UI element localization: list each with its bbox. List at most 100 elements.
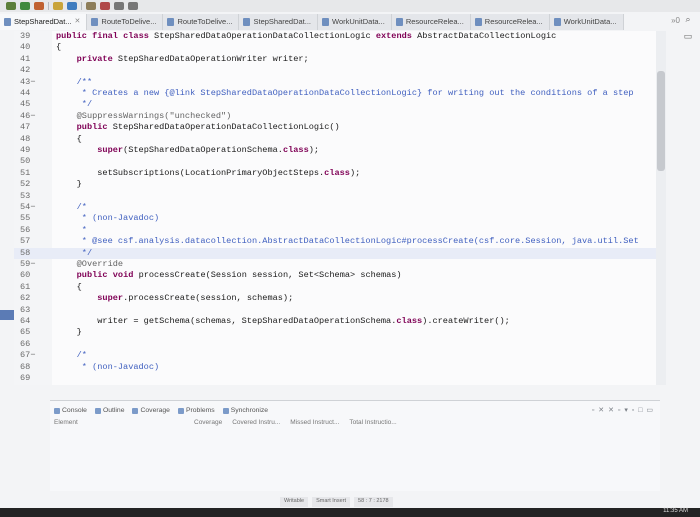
code-line[interactable]: 44 * Creates a new {@link StepSharedData… [14,88,666,99]
code-line[interactable]: 54− /* [14,202,666,213]
tab-problems[interactable]: Problems [177,407,215,414]
code-line[interactable]: 65 } [14,327,666,338]
editor-tab[interactable]: RouteToDelive... [87,14,164,30]
new-class-icon[interactable] [67,2,77,10]
code-line[interactable]: 50 [14,156,666,167]
tabs-overflow-button[interactable]: »0 [671,16,680,25]
line-number: 55 [20,213,31,224]
new-package-icon[interactable] [53,2,63,10]
code-line[interactable]: 40 { [14,42,666,53]
column-header[interactable]: Element [54,419,194,429]
back-icon[interactable] [114,2,124,10]
code-editor[interactable]: 39 public final class StepSharedDataOpera… [14,31,666,385]
code-text: /* [56,350,87,361]
code-line[interactable]: 62 super.processCreate(session, schemas)… [14,293,666,304]
code-line[interactable]: 48 { [14,134,666,145]
editor-tab[interactable]: RouteToDelive... [163,14,240,30]
tab-label: ResourceRelea... [484,17,543,26]
code-text: /** [56,76,93,87]
code-line[interactable]: 39 public final class StepSharedDataOpera… [14,31,666,42]
code-line[interactable]: 58 */ [14,247,666,259]
code-line[interactable]: 68 * (non-Javadoc) [14,362,666,373]
close-icon[interactable]: ✕ [75,17,81,30]
editor-tab[interactable]: StepSharedDat... ✕ [0,14,88,30]
column-header[interactable]: Covered Instru... [232,419,280,429]
column-header[interactable]: Total Instructio... [349,419,396,429]
tab-coverage[interactable]: Coverage [132,407,170,414]
code-line[interactable]: 69 [14,373,666,384]
code-line[interactable]: 57 * @see csf.analysis.datacollection.Ab… [14,236,666,247]
code-line[interactable]: 55 * (non-Javadoc) [14,213,666,224]
code-line[interactable]: 60 public void processCreate(Session ses… [14,270,666,281]
code-text: * (non-Javadoc) [56,213,160,224]
code-line[interactable]: 51 setSubscriptions(LocationPrimaryObjec… [14,168,666,179]
code-line[interactable]: 56 * [14,225,666,236]
code-line[interactable]: 41 private StepSharedDataOperationWriter… [14,54,666,65]
editor-scrollbar[interactable] [656,31,666,385]
code-line[interactable]: 52 } [14,179,666,190]
line-number: 66 [20,338,31,349]
tab-label: WorkUnitData... [332,17,385,26]
java-file-icon [322,18,330,26]
tab-console[interactable]: Console [54,407,87,414]
pin-icon[interactable] [100,2,110,10]
editor-tab[interactable]: WorkUnitData... [549,14,624,30]
code-line[interactable]: 63 [14,305,666,316]
code-line[interactable]: 49 super(StepSharedDataOperationSchema.c… [14,145,666,156]
java-file-icon [395,18,403,26]
editor-tab[interactable]: ResourceRelea... [470,14,550,30]
coverage-table-header: Element Coverage Covered Instru... Misse… [54,419,644,429]
java-file-icon [4,18,11,26]
editor-tab[interactable]: WorkUnitData... [318,14,392,30]
java-file-icon [243,18,251,26]
problems-icon [177,407,184,414]
code-line[interactable]: 47 public StepSharedDataOperationDataCol… [14,122,666,133]
line-number: 39 [20,31,31,41]
column-header[interactable]: Coverage [194,419,222,429]
code-text: public final class StepSharedDataOperati… [56,31,557,41]
code-text: { [56,281,82,292]
code-text: public void processCreate(Session sessio… [76,270,402,281]
maximize-icon[interactable]: ▭ [684,31,693,42]
code-line[interactable]: 64 writer = getSchema(schemas, StepShare… [14,316,666,327]
code-text: { [56,42,62,53]
java-file-icon [167,18,175,26]
run-icon[interactable] [20,2,30,10]
panel-toolbar[interactable]: ▫ ✕ ✕ ▫ ▾ ▫ □ ▭ [592,406,654,414]
search-icon[interactable] [86,2,96,10]
code-line[interactable]: 46− @SuppressWarnings("unchecked") [14,111,666,122]
code-text: * @see csf.analysis.datacollection.Abstr… [56,236,639,247]
line-number: 40 [20,42,31,53]
scrollbar-thumb[interactable] [657,71,665,171]
code-line[interactable]: 67− /* [14,350,666,361]
editor-tab[interactable]: StepSharedDat... [239,14,319,30]
debug-icon[interactable] [6,2,16,10]
code-text: * Creates a new {@link StepSharedDataOpe… [56,88,634,98]
code-line[interactable]: 43− /** [14,77,666,88]
code-line[interactable]: 53 [14,191,666,202]
search-icon[interactable]: ⌕ [685,14,690,25]
tab-outline[interactable]: Outline [94,407,124,414]
tab-synchronize[interactable]: Synchronize [222,407,268,414]
code-text: } [56,179,82,190]
console-icon [54,407,60,414]
editor-tab[interactable]: ResourceRelea... [391,14,471,30]
forward-icon[interactable] [128,2,138,10]
line-number: 65 [20,327,31,338]
editor-tab-bar: StepSharedDat... ✕ RouteToDelive... Rout… [0,14,660,30]
coverage-icon[interactable] [34,2,44,10]
code-line[interactable]: 42 [14,65,666,76]
line-number: 52 [20,179,31,190]
code-line[interactable]: 66 [14,339,666,350]
code-line[interactable]: 45 */ [14,99,666,110]
line-number: 62 [20,293,31,304]
tab-label: Console [62,407,87,414]
code-text: */ [56,99,93,110]
code-line[interactable]: 59− @Override [14,259,666,270]
line-number: 53 [20,190,31,201]
code-line[interactable]: 61 { [14,282,666,293]
code-text: super.processCreate(session, schemas); [97,293,294,304]
line-number: 54− [20,202,36,212]
column-header[interactable]: Missed Instruct... [290,419,339,429]
code-text: { [56,133,82,144]
